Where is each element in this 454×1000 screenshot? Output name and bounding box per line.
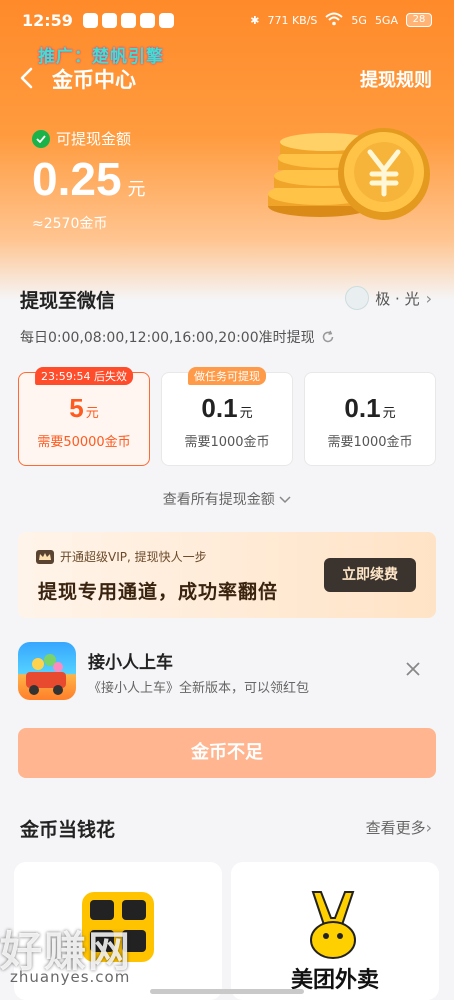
chevron-right-icon: ›	[425, 288, 432, 308]
back-arrow-icon[interactable]	[12, 64, 40, 92]
nav-bar: 金币中心 提现规则	[0, 60, 454, 96]
game-ad[interactable]: 接小人上车 《接小人上车》全新版本，可以领红包	[18, 642, 436, 702]
vip-tagline-row: 开通超级VIP, 提现快人一步	[36, 548, 207, 565]
withdraw-option-0-1[interactable]: 0.1 元 需要1000金币	[304, 372, 436, 466]
spend-section-title: 金币当钱花	[20, 819, 116, 841]
task-badge: 做任务可提现	[188, 367, 266, 385]
gold-coins-icon	[268, 128, 430, 220]
spend-card-meituan[interactable]: 美团外卖	[231, 862, 439, 1000]
balance-label: 可提现金额	[56, 130, 132, 148]
coins-equivalent: ≈2570金币	[32, 216, 108, 232]
home-indicator[interactable]	[150, 989, 304, 994]
option-value: 0.1 元	[344, 393, 396, 423]
close-icon[interactable]	[404, 660, 422, 678]
withdraw-option-0-1-task[interactable]: 做任务可提现 0.1 元 需要1000金币	[161, 367, 293, 466]
ad-title: 接小人上车	[88, 653, 173, 673]
withdraw-option-5[interactable]: 23:59:54 后失效 5元 需要50000金币	[18, 367, 150, 466]
vip-tagline: 开通超级VIP, 提现快人一步	[60, 550, 207, 564]
game-app-icon	[18, 642, 76, 700]
status-time: 12:59	[22, 10, 73, 30]
option-requirement: 需要50000金币	[37, 435, 131, 450]
option-value: 5元	[69, 393, 99, 423]
status-indicators: ✱ 771 KB/S 5G 5GA 28	[250, 12, 432, 29]
signal-5g: 5G	[351, 13, 367, 27]
option-value: 0.1 元	[201, 393, 253, 423]
vip-headline: 提现专用通道，成功率翻倍	[38, 581, 279, 603]
signal-5ga: 5GA	[374, 13, 398, 27]
option-requirement: 需要1000金币	[327, 435, 413, 450]
status-bar: 12:59 ✱ 771 KB/S 5G 5GA 28	[0, 0, 454, 40]
wifi-icon	[325, 12, 344, 29]
battery-icon: 28	[406, 13, 432, 27]
page-title: 金币中心	[52, 68, 136, 92]
status-app-icons	[82, 12, 174, 28]
see-more-link[interactable]: 查看更多›	[366, 817, 432, 838]
app-notification-icon	[120, 12, 136, 28]
withdraw-section-title: 提现至微信	[20, 290, 116, 312]
check-shield-icon	[32, 129, 50, 148]
balance-unit: 元	[127, 179, 146, 200]
app-notification-icon	[158, 12, 174, 28]
refresh-icon	[322, 330, 333, 343]
withdraw-schedule: 每日0:00,08:00,12:00,16:00,20:00准时提现	[20, 327, 335, 347]
bluetooth-icon: ✱	[250, 13, 260, 27]
balance-amount-row: 0.25 元	[32, 152, 146, 206]
crown-icon	[36, 549, 54, 564]
insufficient-coins-button[interactable]: 金币不足	[18, 728, 436, 778]
avatar	[345, 286, 370, 310]
expiry-badge: 23:59:54 后失效	[35, 367, 133, 385]
vip-banner: 开通超级VIP, 提现快人一步 提现专用通道，成功率翻倍 立即续费	[18, 532, 436, 618]
renew-vip-button[interactable]: 立即续费	[324, 558, 416, 592]
balance-amount: 0.25	[32, 153, 122, 205]
network-speed: 771 KB/S	[267, 13, 318, 27]
see-all-amounts-link[interactable]: 查看所有提现金额	[0, 489, 454, 509]
wechat-account-selector[interactable]: 极 · 光 ›	[345, 286, 432, 310]
app-notification-icon	[139, 12, 155, 28]
option-requirement: 需要1000金币	[184, 435, 270, 450]
chevron-down-icon	[279, 496, 291, 504]
chevron-right-icon: ›	[425, 818, 432, 837]
schedule-text: 每日0:00,08:00,12:00,16:00,20:00准时提现	[20, 330, 315, 346]
withdraw-rules-link[interactable]: 提现规则	[360, 66, 432, 92]
ad-description: 《接小人上车》全新版本，可以领红包	[88, 681, 310, 696]
kangaroo-logo-icon	[310, 891, 356, 959]
app-notification-icon	[101, 12, 117, 28]
balance-label-row: 可提现金额	[32, 128, 131, 149]
account-name: 极 · 光	[375, 289, 420, 308]
app-notification-icon	[82, 12, 98, 28]
watermark-url: zhuanyes.com	[10, 968, 131, 986]
